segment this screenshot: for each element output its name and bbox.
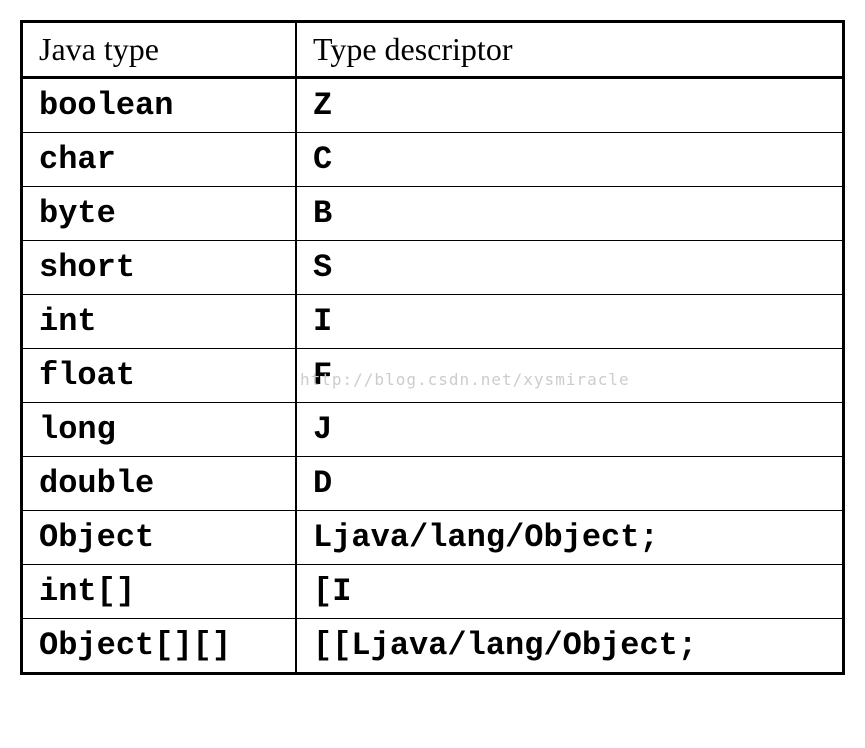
cell-java-type: short bbox=[22, 241, 297, 295]
table-row: byte B bbox=[22, 187, 844, 241]
table-row: boolean Z bbox=[22, 78, 844, 133]
cell-java-type: float bbox=[22, 349, 297, 403]
cell-java-type: byte bbox=[22, 187, 297, 241]
table-row: long J bbox=[22, 403, 844, 457]
table-row: char C bbox=[22, 133, 844, 187]
cell-descriptor: J bbox=[296, 403, 844, 457]
header-row: Java type Type descriptor bbox=[22, 22, 844, 78]
cell-descriptor: Z bbox=[296, 78, 844, 133]
cell-java-type: int bbox=[22, 295, 297, 349]
cell-java-type: char bbox=[22, 133, 297, 187]
table-row: Object Ljava/lang/Object; bbox=[22, 511, 844, 565]
table-row: float F bbox=[22, 349, 844, 403]
cell-descriptor: Ljava/lang/Object; bbox=[296, 511, 844, 565]
cell-descriptor: [I bbox=[296, 565, 844, 619]
cell-java-type: double bbox=[22, 457, 297, 511]
table-row: Object[][] [[Ljava/lang/Object; bbox=[22, 619, 844, 674]
type-descriptor-table: Java type Type descriptor boolean Z char… bbox=[20, 20, 845, 675]
cell-java-type: Object[][] bbox=[22, 619, 297, 674]
cell-descriptor: S bbox=[296, 241, 844, 295]
cell-descriptor: C bbox=[296, 133, 844, 187]
cell-descriptor: I bbox=[296, 295, 844, 349]
table-row: int I bbox=[22, 295, 844, 349]
table-row: short S bbox=[22, 241, 844, 295]
cell-java-type: long bbox=[22, 403, 297, 457]
header-java-type: Java type bbox=[22, 22, 297, 78]
cell-java-type: boolean bbox=[22, 78, 297, 133]
table-row: double D bbox=[22, 457, 844, 511]
cell-descriptor: D bbox=[296, 457, 844, 511]
cell-java-type: Object bbox=[22, 511, 297, 565]
header-type-descriptor: Type descriptor bbox=[296, 22, 844, 78]
cell-descriptor: [[Ljava/lang/Object; bbox=[296, 619, 844, 674]
cell-java-type: int[] bbox=[22, 565, 297, 619]
cell-descriptor: B bbox=[296, 187, 844, 241]
table-row: int[] [I bbox=[22, 565, 844, 619]
cell-descriptor: F bbox=[296, 349, 844, 403]
